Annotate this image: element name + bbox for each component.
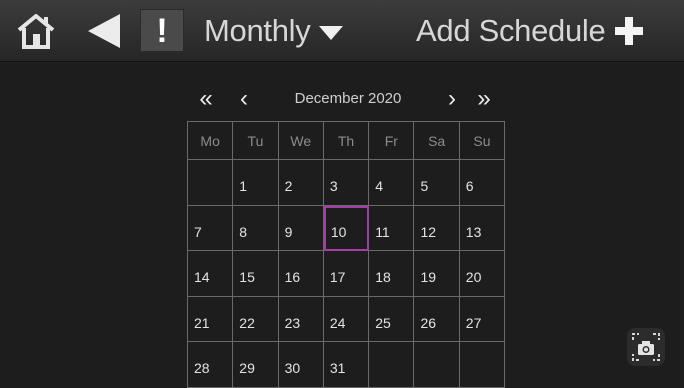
alert-button[interactable]: ! — [140, 9, 184, 52]
calendar-grid: Mo Tu We Th Fr Sa Su 1 2 3 4 5 6 7 8 9 1… — [187, 121, 506, 388]
next-year-button[interactable]: » — [474, 86, 494, 112]
day-cell[interactable] — [459, 342, 506, 388]
day-cell[interactable]: 27 — [459, 296, 506, 342]
plus-icon — [615, 16, 644, 45]
day-cell-selected[interactable]: 10 — [323, 205, 370, 251]
day-cell[interactable]: 7 — [188, 205, 234, 251]
day-cell[interactable]: 20 — [459, 251, 506, 297]
day-number: 17 — [329, 269, 346, 285]
camera-icon — [632, 333, 660, 361]
weekday-header: Mo — [188, 122, 234, 160]
day-number: 12 — [420, 223, 437, 240]
day-cell[interactable]: 13 — [459, 205, 506, 251]
day-number: 1 — [239, 178, 248, 194]
day-number: 10 — [330, 223, 347, 240]
day-number: 15 — [239, 269, 255, 285]
day-cell[interactable]: 8 — [233, 205, 279, 251]
day-number: 21 — [194, 314, 210, 331]
day-number: 7 — [194, 223, 202, 240]
day-number: 6 — [465, 178, 474, 194]
prev-month-button[interactable]: ‹ — [236, 86, 252, 112]
day-number: 8 — [239, 223, 248, 240]
day-number: 2 — [284, 178, 293, 194]
weekday-header: Su — [459, 122, 506, 160]
day-cell[interactable] — [188, 160, 234, 206]
day-number: 28 — [194, 360, 210, 376]
day-cell[interactable]: 26 — [414, 296, 460, 342]
day-number: 9 — [284, 223, 293, 240]
home-button[interactable] — [16, 0, 60, 61]
day-cell[interactable] — [414, 342, 460, 388]
day-number: 16 — [284, 269, 301, 285]
view-mode-label: Monthly — [204, 12, 311, 48]
day-cell[interactable]: 6 — [459, 160, 506, 206]
day-number: 31 — [329, 360, 346, 376]
day-number: 27 — [465, 314, 482, 331]
weekday-header: Fr — [369, 122, 415, 160]
view-mode-dropdown[interactable]: Monthly — [204, 0, 344, 61]
day-cell[interactable]: 19 — [414, 251, 460, 297]
day-cell[interactable]: 22 — [233, 296, 279, 342]
caret-down-icon — [319, 25, 344, 40]
day-cell[interactable]: 24 — [323, 296, 370, 342]
day-cell[interactable]: 15 — [233, 251, 279, 297]
weekday-header: Tu — [233, 122, 279, 160]
day-number: 23 — [284, 314, 301, 331]
calendar-header: « ‹ December 2020 › » — [188, 86, 504, 112]
day-cell[interactable]: 17 — [323, 251, 370, 297]
day-cell[interactable]: 11 — [369, 205, 415, 251]
day-cell[interactable]: 25 — [369, 296, 415, 342]
top-bar: ! Monthly Add Schedule — [0, 0, 684, 62]
day-number: 4 — [375, 178, 383, 194]
prev-year-button[interactable]: « — [196, 86, 216, 112]
day-number: 3 — [329, 178, 338, 194]
day-number: 18 — [375, 269, 391, 285]
day-cell[interactable]: 9 — [278, 205, 324, 251]
day-number: 19 — [420, 269, 437, 285]
day-number: 24 — [329, 314, 346, 331]
day-cell[interactable]: 31 — [323, 342, 370, 388]
back-button[interactable] — [84, 0, 128, 61]
day-cell[interactable]: 14 — [188, 251, 234, 297]
day-number: 29 — [239, 360, 255, 376]
screenshot-button[interactable] — [627, 328, 665, 366]
day-cell[interactable]: 16 — [278, 251, 324, 297]
day-cell[interactable]: 23 — [278, 296, 324, 342]
day-cell[interactable]: 18 — [369, 251, 415, 297]
day-cell[interactable]: 12 — [414, 205, 460, 251]
weekday-header: Th — [323, 122, 370, 160]
day-cell[interactable]: 2 — [278, 160, 324, 206]
day-cell[interactable]: 1 — [233, 160, 279, 206]
day-number: 22 — [239, 314, 255, 331]
day-cell[interactable] — [369, 342, 415, 388]
day-number: 26 — [420, 314, 437, 331]
back-triangle-icon — [88, 13, 120, 48]
day-number: 13 — [465, 223, 482, 240]
day-cell[interactable]: 21 — [188, 296, 234, 342]
add-schedule-button[interactable]: Add Schedule — [416, 0, 644, 61]
month-title[interactable]: December 2020 — [268, 86, 428, 112]
weekday-header: We — [278, 122, 324, 160]
next-month-button[interactable]: › — [444, 86, 460, 112]
day-number: 30 — [284, 360, 301, 376]
weekday-header: Sa — [414, 122, 460, 160]
alert-label: ! — [156, 11, 168, 50]
day-cell[interactable]: 4 — [369, 160, 415, 206]
day-number: 5 — [420, 178, 429, 194]
day-cell[interactable]: 30 — [278, 342, 324, 388]
day-number: 14 — [194, 269, 210, 285]
day-number: 25 — [375, 314, 391, 331]
day-cell[interactable]: 5 — [414, 160, 460, 206]
day-number: 20 — [465, 269, 482, 285]
day-cell[interactable]: 28 — [188, 342, 234, 388]
add-schedule-label: Add Schedule — [416, 12, 606, 48]
day-number: 11 — [375, 223, 390, 240]
home-icon — [17, 13, 55, 49]
day-cell[interactable]: 29 — [233, 342, 279, 388]
day-cell[interactable]: 3 — [323, 160, 370, 206]
